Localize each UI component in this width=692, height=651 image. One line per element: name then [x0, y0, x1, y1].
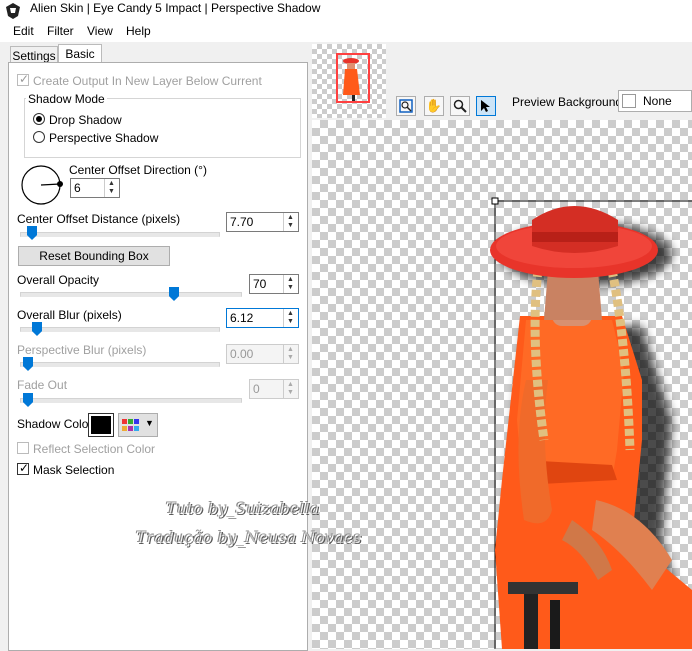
reset-bounding-box-button[interactable]: Reset Bounding Box [18, 246, 170, 266]
preview-background-value: None [643, 94, 672, 108]
center-offset-direction-label: Center Offset Direction (°) [69, 163, 207, 177]
mask-selection-label: Mask Selection [33, 463, 115, 477]
tab-basic[interactable]: Basic [58, 44, 102, 64]
create-output-label: Create Output In New Layer Below Current [33, 74, 262, 88]
perspective-shadow-label: Perspective Shadow [49, 131, 159, 145]
spinner-arrows-icon[interactable]: ▲ ▼ [283, 345, 298, 363]
preview-background-label: Preview Background: [512, 95, 626, 109]
pointer-icon [481, 100, 490, 112]
spinner-arrows-icon[interactable]: ▲ ▼ [104, 179, 119, 197]
zoom-fit-icon [399, 99, 413, 113]
shadow-color-fill [91, 416, 111, 434]
direction-dial[interactable] [20, 163, 66, 209]
zoom-tool-button[interactable] [450, 96, 470, 116]
overall-opacity-track[interactable] [20, 292, 242, 297]
fade-out-track[interactable] [20, 398, 242, 403]
navigator-frame[interactable] [336, 53, 370, 103]
mask-selection-checkbox[interactable]: ✓ [17, 461, 29, 475]
perspective-blur-input[interactable]: 0.00 ▲ ▼ [226, 344, 299, 364]
dropdown-arrow-icon: ▼ [145, 418, 154, 428]
color-palette-icon [122, 419, 139, 431]
overall-blur-input[interactable]: 6.12 ▲ ▼ [226, 308, 299, 328]
spinner-arrows-icon[interactable]: ▲ ▼ [283, 275, 298, 293]
hand-icon: ✋ [425, 98, 443, 113]
reflect-selection-color-checkbox[interactable] [17, 442, 29, 454]
spinner-arrows-icon[interactable]: ▲ ▼ [283, 213, 298, 231]
shadow-mode-title: Shadow Mode [26, 92, 107, 106]
background-swatch-icon [622, 94, 636, 108]
menu-filter[interactable]: Filter [47, 24, 74, 38]
menu-bar: Edit Filter View Help [0, 22, 692, 42]
overall-opacity-input[interactable]: 70 ▲ ▼ [249, 274, 299, 294]
hand-tool-button[interactable]: ✋ [424, 96, 444, 116]
fade-out-input[interactable]: 0 ▲ ▼ [249, 379, 299, 399]
fade-out-label: Fade Out [17, 378, 68, 392]
center-offset-distance-track[interactable] [20, 232, 220, 237]
overall-blur-track[interactable] [20, 327, 220, 332]
center-offset-direction-input[interactable]: 6 ▲ ▼ [70, 178, 120, 198]
shadow-mode-group [24, 98, 301, 158]
menu-edit[interactable]: Edit [13, 24, 34, 38]
shadow-color-swatch[interactable] [88, 413, 114, 437]
watermark-line-1: Tuto by_Suizabella [166, 499, 320, 518]
preview-background-select[interactable]: None [618, 90, 692, 112]
drop-shadow-label: Drop Shadow [49, 113, 122, 127]
create-output-checkbox[interactable]: ✓ [17, 72, 29, 86]
reflect-selection-color-label: Reflect Selection Color [33, 442, 156, 456]
overall-blur-label: Overall Blur (pixels) [17, 308, 122, 322]
pointer-tool-button[interactable] [476, 96, 496, 116]
center-offset-distance-label: Center Offset Distance (pixels) [17, 212, 181, 226]
shadow-color-label: Shadow Color [17, 417, 93, 431]
preview-image [490, 197, 692, 649]
perspective-blur-track[interactable] [20, 362, 220, 367]
menu-view[interactable]: View [87, 24, 113, 38]
color-picker-dropdown[interactable]: ▼ [118, 413, 158, 437]
center-offset-distance-input[interactable]: 7.70 ▲ ▼ [226, 212, 299, 232]
menu-help[interactable]: Help [126, 24, 151, 38]
spinner-arrows-icon[interactable]: ▲ ▼ [283, 309, 298, 327]
title-bar: Alien Skin | Eye Candy 5 Impact | Perspe… [0, 0, 692, 22]
overall-opacity-label: Overall Opacity [17, 273, 100, 287]
window-title: Alien Skin | Eye Candy 5 Impact | Perspe… [30, 1, 321, 15]
magnifier-icon [453, 99, 467, 113]
spinner-arrows-icon[interactable]: ▲ ▼ [283, 380, 298, 398]
drop-shadow-radio[interactable] [33, 113, 45, 125]
zoom-fit-button[interactable] [396, 96, 416, 116]
bounding-box-handle [491, 197, 499, 205]
perspective-shadow-radio[interactable] [33, 131, 45, 143]
navigator-thumbnail[interactable] [312, 44, 386, 118]
alien-skin-icon [6, 3, 20, 19]
perspective-blur-label: Perspective Blur (pixels) [17, 343, 147, 357]
